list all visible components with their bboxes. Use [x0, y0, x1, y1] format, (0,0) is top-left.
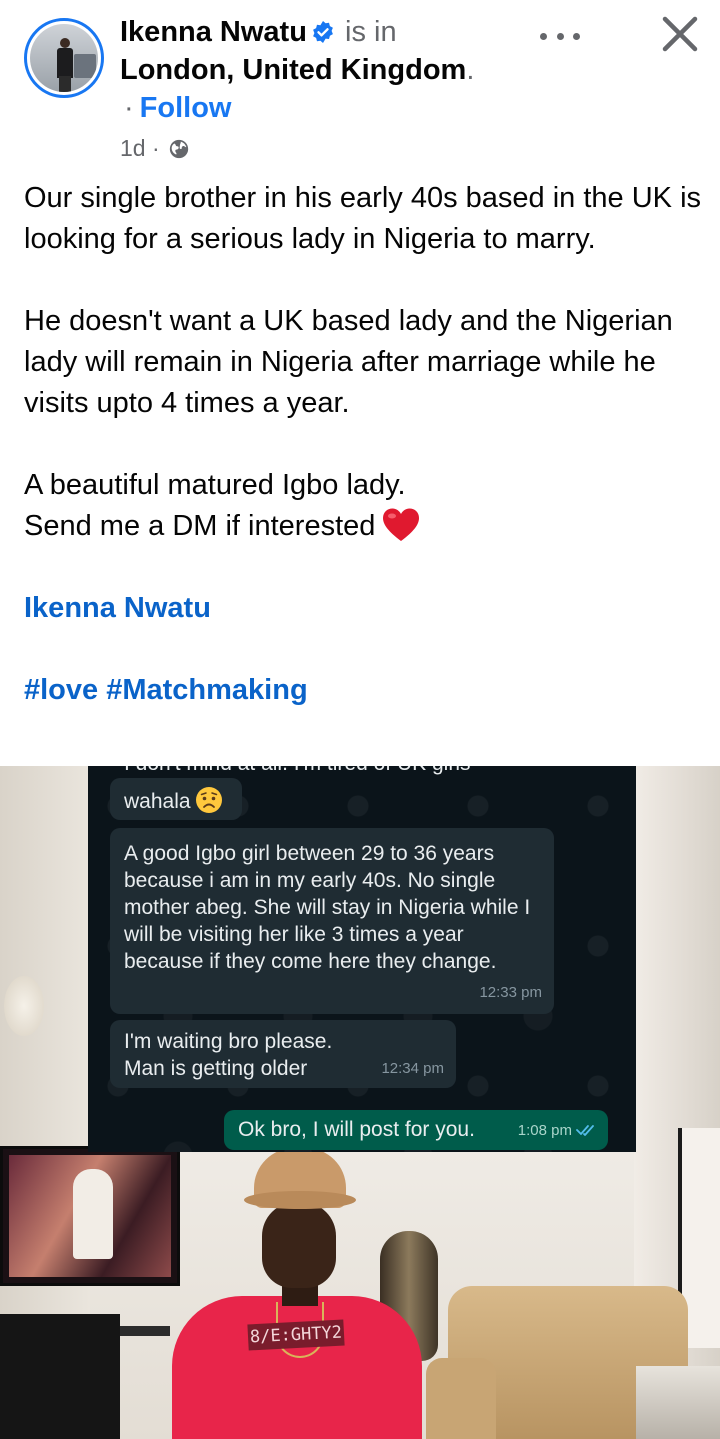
- post-body: Our single brother in his early 40s base…: [24, 178, 704, 711]
- hashtags-link[interactable]: #love #Matchmaking: [24, 674, 308, 706]
- message-text: A good Igbo girl between 29 to 36 years …: [124, 842, 531, 973]
- post-photo[interactable]: 8/E:GHTY2 I don't mind at all. I'm tired…: [0, 766, 720, 1439]
- post-meta: 1d ·: [120, 134, 190, 162]
- follow-button[interactable]: Follow: [140, 92, 232, 124]
- avatar-image: [30, 24, 98, 92]
- chat-message-outgoing: Ok bro, I will post for you. 1:08 pm: [224, 1110, 608, 1150]
- follow-separator: ·: [124, 92, 134, 124]
- location-suffix: .: [466, 54, 475, 86]
- message-time: 12:33 pm: [479, 984, 542, 1001]
- author-name[interactable]: Ikenna Nwatu: [120, 16, 307, 48]
- television: [0, 1146, 180, 1286]
- post-time[interactable]: 1d: [120, 135, 146, 161]
- post-paragraph: A beautiful matured Igbo lady.: [24, 469, 406, 501]
- red-heart-icon: [383, 508, 420, 541]
- worried-face-icon: [195, 787, 222, 813]
- location-line: London, United Kingdom.: [120, 52, 474, 88]
- author-line: Ikenna Nwatu is in: [120, 14, 397, 50]
- message-text: wahala: [124, 790, 191, 813]
- post-header: Ikenna Nwatu is in London, United Kingdo…: [0, 0, 720, 170]
- message-text: I'm waiting bro please. Man is getting o…: [124, 1030, 333, 1080]
- post-paragraph-line: Send me a DM if interested: [24, 506, 704, 547]
- close-icon[interactable]: [656, 10, 704, 58]
- shirt-print: 8/E:GHTY2: [247, 1319, 345, 1351]
- chandelier-decor: [4, 976, 44, 1036]
- more-options-icon[interactable]: [536, 22, 584, 50]
- message-time: 1:08 pm: [517, 1122, 572, 1139]
- verified-badge-icon: [313, 21, 333, 43]
- double-check-icon: [576, 1125, 594, 1136]
- message-time: 12:34 pm: [381, 1060, 444, 1077]
- follow-line: · Follow: [124, 90, 232, 126]
- chat-message-incoming: I'm waiting bro please. Man is getting o…: [110, 1020, 456, 1088]
- post-paragraph: Our single brother in his early 40s base…: [24, 182, 702, 255]
- globe-icon: [169, 139, 189, 159]
- dm-request-text: Send me a DM if interested: [24, 510, 376, 542]
- message-time-read: 1:08 pm: [518, 1117, 598, 1144]
- location-name[interactable]: London, United Kingdom: [120, 54, 466, 86]
- chat-message-incoming: wahala: [110, 778, 242, 820]
- checkin-prefix: is in: [345, 16, 397, 48]
- message-text: Ok bro, I will post for you.: [238, 1118, 475, 1141]
- author-tag-link[interactable]: Ikenna Nwatu: [24, 592, 211, 624]
- cropped-message-line: I don't mind at all. I'm tired of UK gir…: [124, 766, 470, 776]
- chat-screenshot: I don't mind at all. I'm tired of UK gir…: [88, 766, 636, 1152]
- speaker-cabinet: [0, 1314, 120, 1439]
- post-paragraph: He doesn't want a UK based lady and the …: [24, 305, 673, 419]
- meta-separator: ·: [151, 135, 160, 161]
- author-avatar[interactable]: [24, 18, 104, 98]
- chat-message-incoming: A good Igbo girl between 29 to 36 years …: [110, 828, 554, 1014]
